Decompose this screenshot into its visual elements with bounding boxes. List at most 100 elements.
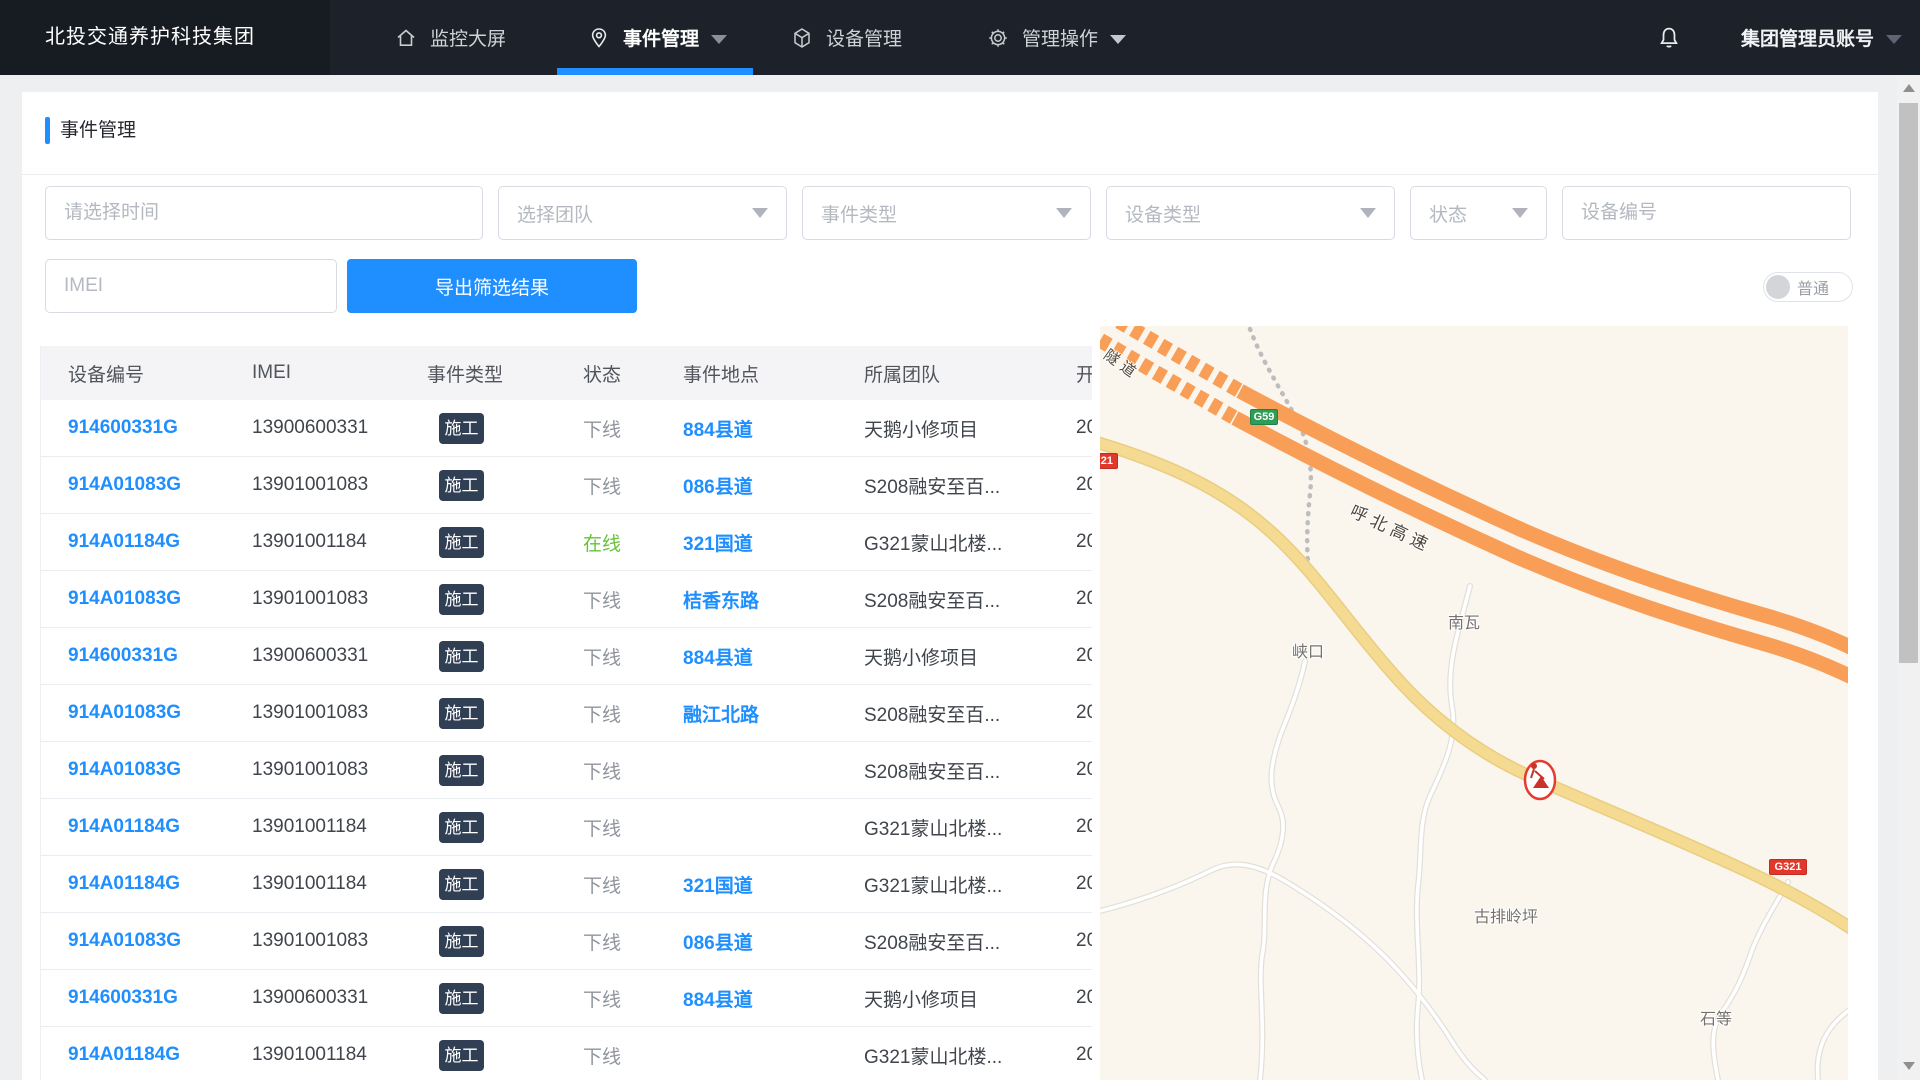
device-id-link[interactable]: 914600331G [68, 628, 243, 684]
event-type-cell: 施工 [427, 685, 557, 741]
event-type-badge: 施工 [439, 584, 484, 615]
event-place-link[interactable]: 融江北路 [683, 685, 855, 741]
map-canvas[interactable] [1100, 326, 1848, 1080]
status-text: 在线 [583, 514, 673, 570]
nav-item-label: 事件管理 [623, 24, 699, 51]
team-name: 天鹅小修项目 [864, 400, 1069, 456]
table-body: 914600331G 13900600331 施工 下线 884县道 天鹅小修项… [41, 400, 1092, 1080]
status-text: 下线 [583, 628, 673, 684]
event-type-cell: 施工 [427, 799, 557, 855]
export-results-button[interactable]: 导出筛选结果 [347, 259, 637, 313]
col-header-status: 状态 [583, 346, 673, 400]
event-type-badge: 施工 [439, 755, 484, 786]
scrollbar-thumb[interactable] [1899, 103, 1918, 663]
team-name: S208融安至百... [864, 571, 1069, 627]
brand-logo: 北投交通养护科技集团 [0, 0, 330, 75]
device-id-link[interactable]: 914A01184G [68, 514, 243, 570]
event-place-link[interactable]: 桔香东路 [683, 571, 855, 627]
table-row: 914A01083G 13901001083 施工 下线 086县道 S208融… [41, 913, 1092, 970]
imei-value: 13901001083 [252, 742, 417, 798]
time-range-input[interactable] [46, 187, 482, 239]
table-row: 914600331G 13900600331 施工 下线 884县道 天鹅小修项… [41, 400, 1092, 457]
event-type-badge: 施工 [439, 413, 484, 444]
start-time: 20 [1076, 970, 1092, 1026]
nav-item-label: 管理操作 [1022, 24, 1098, 51]
event-type-badge: 施工 [439, 983, 484, 1014]
time-range-field [45, 186, 483, 240]
event-place-link[interactable]: 884县道 [683, 970, 855, 1026]
construction-event-marker [1525, 761, 1555, 799]
event-type-cell: 施工 [427, 856, 557, 912]
team-select-placeholder: 选择团队 [517, 200, 593, 227]
table-row: 914A01184G 13901001184 施工 下线 G321蒙山北楼...… [41, 799, 1092, 856]
device-id-link[interactable]: 914A01184G [68, 856, 243, 912]
col-header-start: 开 [1076, 346, 1092, 400]
device-id-link[interactable]: 914A01184G [68, 799, 243, 855]
event-type-select[interactable]: 事件类型 [802, 186, 1091, 240]
team-name: S208融安至百... [864, 742, 1069, 798]
status-text: 下线 [583, 742, 673, 798]
device-type-select[interactable]: 设备类型 [1106, 186, 1395, 240]
event-place-link[interactable]: 086县道 [683, 913, 855, 969]
start-time: 20 [1076, 742, 1092, 798]
imei-value: 13901001184 [252, 799, 417, 855]
status-text: 下线 [583, 970, 673, 1026]
device-id-link[interactable]: 914A01083G [68, 571, 243, 627]
event-place-link[interactable]: 086县道 [683, 457, 855, 513]
account-name: 集团管理员账号 [1741, 24, 1874, 51]
device-id-link[interactable]: 914600331G [68, 400, 243, 456]
table-row: 914A01083G 13901001083 施工 下线 086县道 S208融… [41, 457, 1092, 514]
imei-value: 13901001083 [252, 571, 417, 627]
toggle-knob [1766, 275, 1790, 299]
event-type-badge: 施工 [439, 1040, 484, 1071]
start-time: 20 [1076, 400, 1092, 456]
device-no-input[interactable] [1563, 187, 1850, 239]
team-name: S208融安至百... [864, 685, 1069, 741]
nav-item-label: 设备管理 [826, 24, 902, 51]
gear-icon [986, 26, 1010, 50]
divider [22, 174, 1878, 175]
imei-value: 13901001184 [252, 856, 417, 912]
map-panel: 隧道 呼北高速 南瓦 峡口 古排岭坪 石等 G59 21 G321 [1100, 326, 1848, 1080]
device-id-link[interactable]: 914A01083G [68, 742, 243, 798]
device-id-link[interactable]: 914A01083G [68, 685, 243, 741]
account-menu[interactable]: 集团管理员账号 [1741, 0, 1902, 75]
event-type-cell: 施工 [427, 400, 557, 456]
team-select[interactable]: 选择团队 [498, 186, 787, 240]
nav-item-event-management[interactable]: 事件管理 [557, 0, 753, 75]
status-text: 下线 [583, 799, 673, 855]
event-place-link[interactable]: 321国道 [683, 514, 855, 570]
event-place-link[interactable]: 884县道 [683, 400, 855, 456]
nav-item-device-management[interactable]: 设备管理 [790, 0, 902, 75]
col-header-type: 事件类型 [427, 346, 557, 400]
imei-input[interactable] [46, 260, 336, 312]
team-name: 天鹅小修项目 [864, 628, 1069, 684]
status-text: 下线 [583, 457, 673, 513]
table-row: 914A01184G 13901001184 施工 下线 G321蒙山北楼...… [41, 1027, 1092, 1080]
nav-item-monitor-screen[interactable]: 监控大屏 [394, 0, 506, 75]
event-type-badge: 施工 [439, 698, 484, 729]
device-id-link[interactable]: 914A01083G [68, 457, 243, 513]
status-select[interactable]: 状态 [1410, 186, 1547, 240]
team-name: G321蒙山北楼... [864, 1027, 1069, 1080]
event-place-link[interactable]: 884县道 [683, 628, 855, 684]
table-row: 914A01184G 13901001184 施工 下线 321国道 G321蒙… [41, 856, 1092, 913]
event-type-badge: 施工 [439, 869, 484, 900]
team-name: G321蒙山北楼... [864, 799, 1069, 855]
device-id-link[interactable]: 914A01083G [68, 913, 243, 969]
nav-item-admin-operations[interactable]: 管理操作 [986, 0, 1126, 75]
start-time: 20 [1076, 856, 1092, 912]
scrollbar-down-arrow[interactable] [1903, 1062, 1915, 1070]
event-type-badge: 施工 [439, 926, 484, 957]
notification-bell-icon[interactable] [1655, 0, 1683, 75]
device-id-link[interactable]: 914A01184G [68, 1027, 243, 1080]
scrollbar-up-arrow[interactable] [1903, 84, 1915, 92]
top-navbar: 北投交通养护科技集团 监控大屏 事件管理 设备管理 [0, 0, 1920, 75]
event-place-link[interactable]: 321国道 [683, 856, 855, 912]
table-row: 914A01083G 13901001083 施工 下线 S208融安至百...… [41, 742, 1092, 799]
map-mode-toggle[interactable]: 普通 [1763, 272, 1853, 302]
imei-value: 13900600331 [252, 970, 417, 1026]
device-id-link[interactable]: 914600331G [68, 970, 243, 1026]
col-header-team: 所属团队 [864, 346, 1069, 400]
team-name: G321蒙山北楼... [864, 514, 1069, 570]
